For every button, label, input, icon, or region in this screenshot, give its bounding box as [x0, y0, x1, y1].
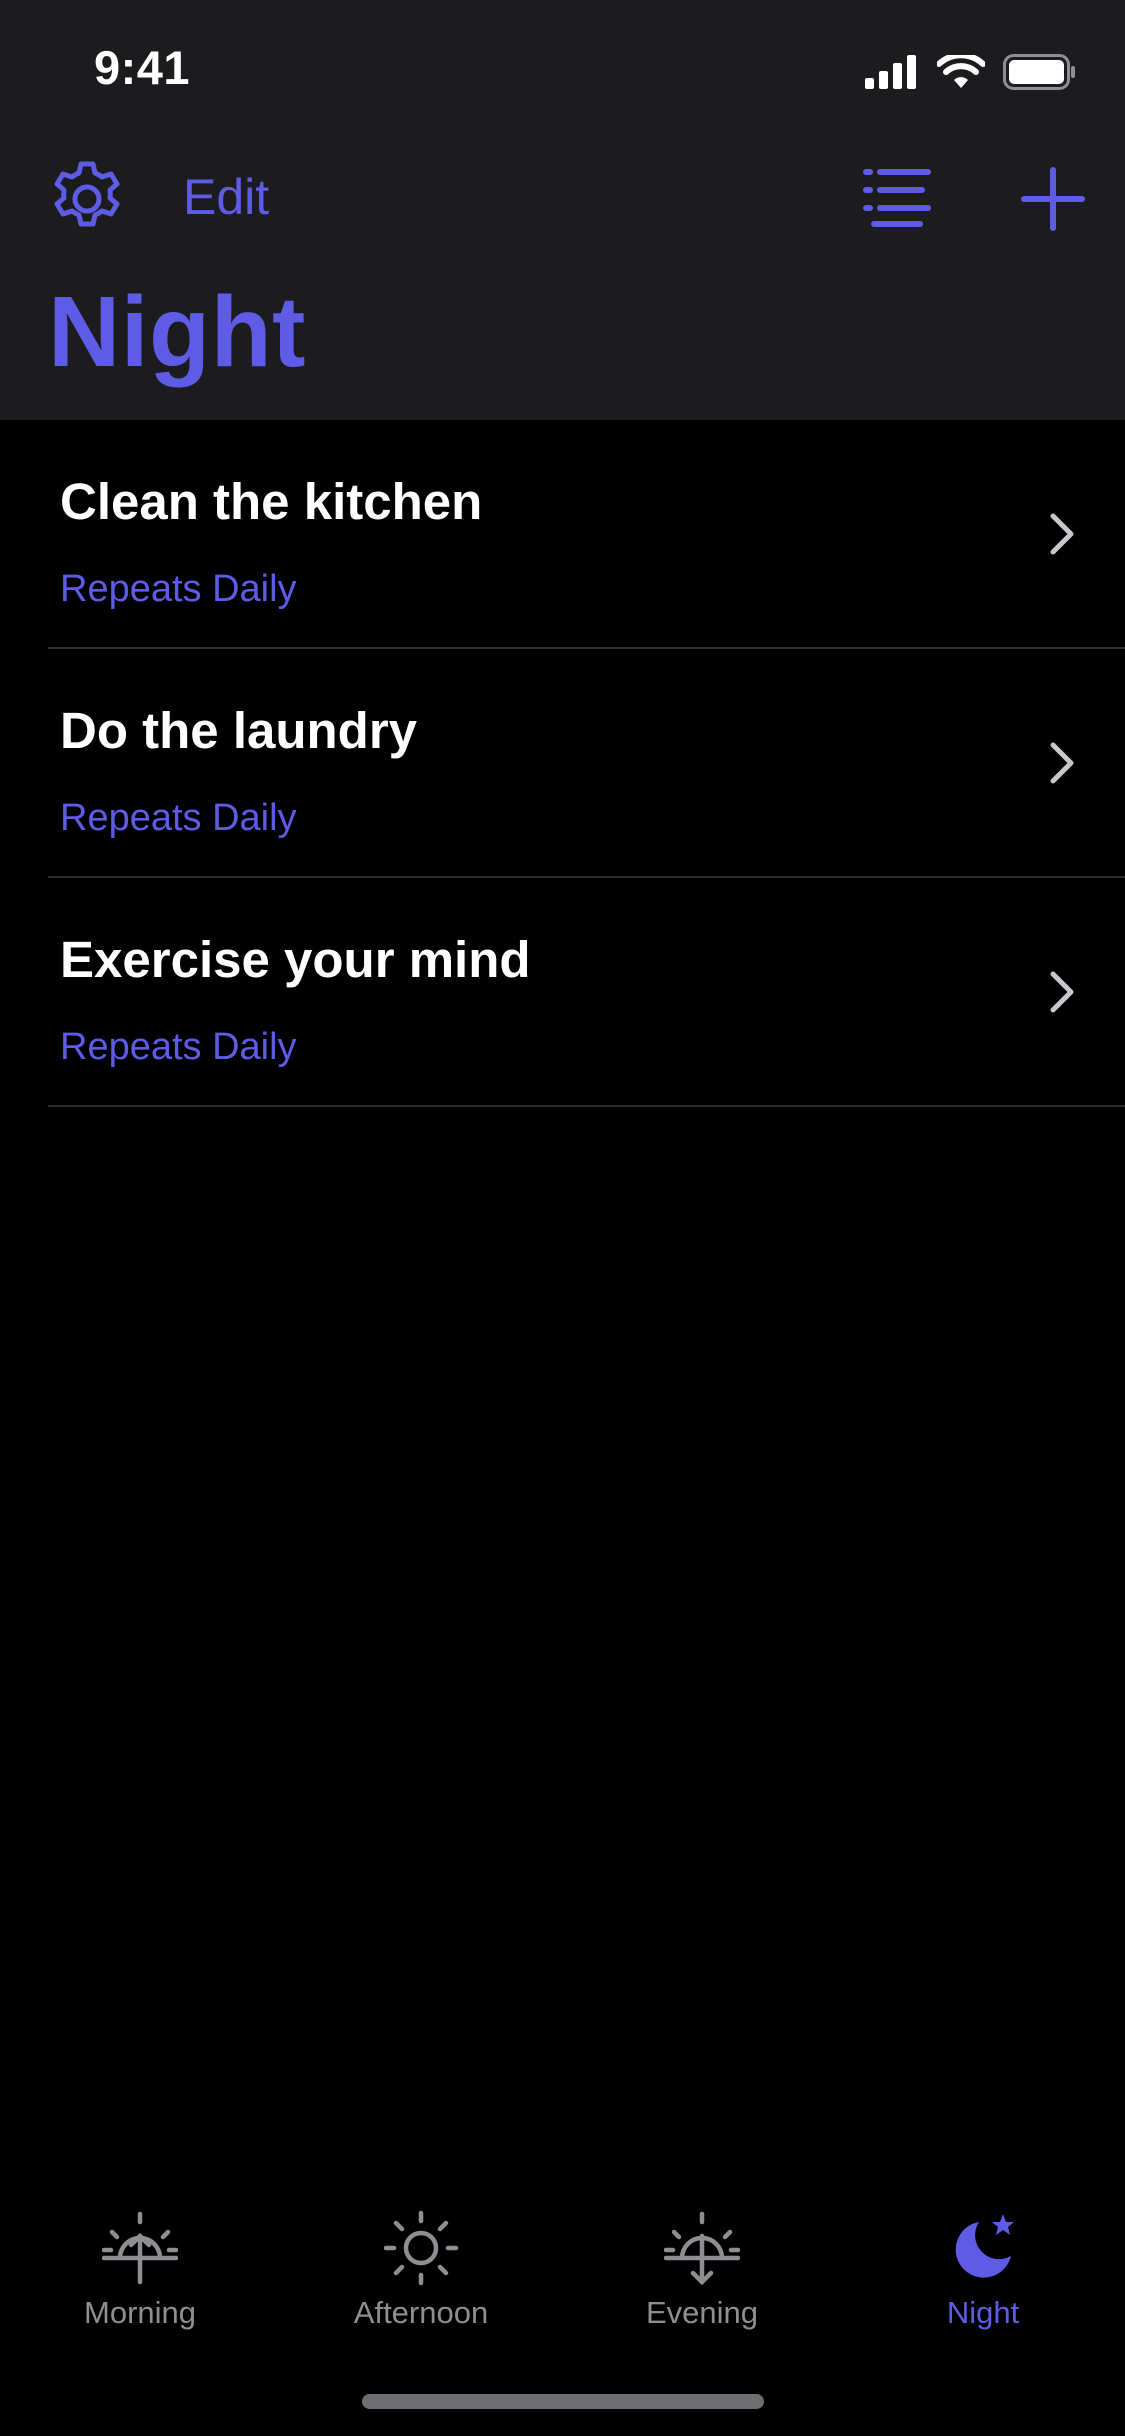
plus-icon[interactable]: [1018, 164, 1088, 234]
tab-label: Night: [946, 2295, 1020, 2330]
app-screen: 9:41 Edit Night Clean the kitchen Repeat…: [0, 0, 1125, 2436]
status-time: 9:41: [94, 41, 191, 94]
wifi-icon: [937, 55, 985, 88]
edit-button[interactable]: Edit: [183, 168, 269, 226]
gear-icon[interactable]: [46, 158, 128, 240]
task-title: Exercise your mind: [60, 931, 531, 988]
list-item[interactable]: Exercise your mind Repeats Daily: [0, 878, 1125, 1107]
task-repeat-label: Repeats Daily: [60, 1026, 297, 1068]
status-icons: [865, 52, 1077, 92]
sun-icon: [383, 2210, 459, 2286]
list-icon[interactable]: [862, 166, 932, 230]
task-list: Clean the kitchen Repeats Daily Do the l…: [0, 420, 1125, 1107]
navigation-bar: Edit: [0, 150, 1125, 250]
task-title: Clean the kitchen: [60, 473, 483, 530]
moon-star-icon: [955, 2214, 1014, 2278]
sunrise-icon: [102, 2211, 178, 2285]
chevron-right-icon: [1050, 971, 1074, 1013]
chevron-right-icon: [1050, 513, 1074, 555]
task-title: Do the laundry: [60, 702, 418, 759]
page-title: Night: [48, 276, 306, 388]
header: 9:41 Edit Night: [0, 0, 1125, 420]
tab-label: Evening: [645, 2295, 759, 2330]
tab-morning[interactable]: Morning: [30, 2170, 250, 2350]
tab-label: Afternoon: [353, 2295, 489, 2330]
list-item[interactable]: Clean the kitchen Repeats Daily: [0, 420, 1125, 649]
task-repeat-label: Repeats Daily: [60, 797, 297, 839]
battery-icon: [1003, 54, 1075, 90]
cellular-signal-icon: [865, 55, 916, 89]
tab-night[interactable]: Night: [873, 2170, 1093, 2350]
tab-label: Morning: [84, 2295, 196, 2330]
status-bar: 9:41: [0, 0, 1125, 132]
sunset-icon: [664, 2211, 740, 2286]
tab-evening[interactable]: Evening: [592, 2170, 812, 2350]
chevron-right-icon: [1050, 742, 1074, 784]
tab-afternoon[interactable]: Afternoon: [311, 2170, 531, 2350]
task-repeat-label: Repeats Daily: [60, 568, 297, 610]
list-item[interactable]: Do the laundry Repeats Daily: [0, 649, 1125, 878]
home-indicator: [362, 2394, 764, 2409]
